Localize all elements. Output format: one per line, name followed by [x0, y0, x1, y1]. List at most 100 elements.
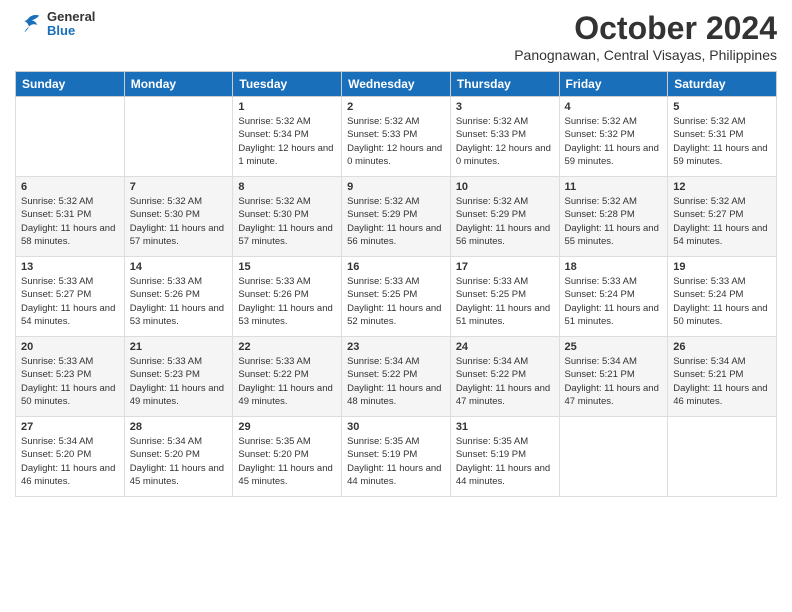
table-row: 24Sunrise: 5:34 AM Sunset: 5:22 PM Dayli… — [450, 337, 559, 417]
day-number: 28 — [130, 421, 228, 433]
day-detail: Sunrise: 5:34 AM Sunset: 5:22 PM Dayligh… — [347, 355, 445, 408]
day-detail: Sunrise: 5:32 AM Sunset: 5:30 PM Dayligh… — [130, 195, 228, 248]
table-row: 10Sunrise: 5:32 AM Sunset: 5:29 PM Dayli… — [450, 177, 559, 257]
day-detail: Sunrise: 5:35 AM Sunset: 5:20 PM Dayligh… — [238, 435, 336, 488]
day-detail: Sunrise: 5:32 AM Sunset: 5:32 PM Dayligh… — [565, 115, 663, 168]
table-row: 16Sunrise: 5:33 AM Sunset: 5:25 PM Dayli… — [342, 257, 451, 337]
day-number: 11 — [565, 181, 663, 193]
table-row: 31 Sunrise: 5:35 AM Sunset: 5:19 PM Dayli… — [450, 417, 559, 497]
day-number: 31 — [456, 421, 554, 433]
day-detail: Sunrise: 5:32 AM Sunset: 5:28 PM Dayligh… — [565, 195, 663, 248]
calendar-week-row: 6 Sunrise: 5:32 AM Sunset: 5:31 PM Daylig… — [16, 177, 777, 257]
table-row: 26Sunrise: 5:34 AM Sunset: 5:21 PM Dayli… — [668, 337, 777, 417]
day-number: 5 — [673, 101, 771, 113]
day-detail: Sunrise: 5:33 AM Sunset: 5:24 PM Dayligh… — [673, 275, 771, 328]
day-number: 23 — [347, 341, 445, 353]
day-detail: Sunrise: 5:32 AM Sunset: 5:33 PM Dayligh… — [456, 115, 554, 168]
table-row: 4 Sunrise: 5:32 AM Sunset: 5:32 PM Daylig… — [559, 97, 668, 177]
day-number: 2 — [347, 101, 445, 113]
day-detail: Sunrise: 5:33 AM Sunset: 5:23 PM Dayligh… — [130, 355, 228, 408]
table-row: 30Sunrise: 5:35 AM Sunset: 5:19 PM Dayli… — [342, 417, 451, 497]
table-row: 14Sunrise: 5:33 AM Sunset: 5:26 PM Dayli… — [124, 257, 233, 337]
table-row — [124, 97, 233, 177]
day-detail: Sunrise: 5:33 AM Sunset: 5:23 PM Dayligh… — [21, 355, 119, 408]
day-number: 8 — [238, 181, 336, 193]
day-detail: Sunrise: 5:34 AM Sunset: 5:21 PM Dayligh… — [565, 355, 663, 408]
calendar-week-row: 13 Sunrise: 5:33 AM Sunset: 5:27 PM Dayli… — [16, 257, 777, 337]
day-number: 30 — [347, 421, 445, 433]
day-detail: Sunrise: 5:32 AM Sunset: 5:31 PM Dayligh… — [673, 115, 771, 168]
day-number: 3 — [456, 101, 554, 113]
table-row — [668, 417, 777, 497]
table-row: 23 Sunrise: 5:34 AM Sunset: 5:22 PM Dayli… — [342, 337, 451, 417]
table-row: 6 Sunrise: 5:32 AM Sunset: 5:31 PM Daylig… — [16, 177, 125, 257]
day-number: 7 — [130, 181, 228, 193]
table-row — [16, 97, 125, 177]
col-saturday: Saturday — [668, 72, 777, 97]
calendar-week-row: 1Sunrise: 5:32 AM Sunset: 5:34 PM Daylig… — [16, 97, 777, 177]
day-detail: Sunrise: 5:33 AM Sunset: 5:27 PM Dayligh… — [21, 275, 119, 328]
logo-bird-icon — [15, 10, 43, 38]
day-number: 1 — [238, 101, 336, 113]
table-row: 13 Sunrise: 5:33 AM Sunset: 5:27 PM Dayli… — [16, 257, 125, 337]
day-number: 21 — [130, 341, 228, 353]
day-detail: Sunrise: 5:32 AM Sunset: 5:31 PM Dayligh… — [21, 195, 119, 248]
col-wednesday: Wednesday — [342, 72, 451, 97]
table-row: 3 Sunrise: 5:32 AM Sunset: 5:33 PM Daylig… — [450, 97, 559, 177]
day-detail: Sunrise: 5:35 AM Sunset: 5:19 PM Dayligh… — [456, 435, 554, 488]
day-number: 29 — [238, 421, 336, 433]
day-detail: Sunrise: 5:34 AM Sunset: 5:22 PM Dayligh… — [456, 355, 554, 408]
location-title: Panognawan, Central Visayas, Philippines — [514, 47, 777, 63]
day-number: 15 — [238, 261, 336, 273]
col-monday: Monday — [124, 72, 233, 97]
day-number: 17 — [456, 261, 554, 273]
day-number: 20 — [21, 341, 119, 353]
calendar-header-row: Sunday Monday Tuesday Wednesday Thursday… — [16, 72, 777, 97]
table-row: 11 Sunrise: 5:32 AM Sunset: 5:28 PM Dayli… — [559, 177, 668, 257]
table-row: 15 Sunrise: 5:33 AM Sunset: 5:26 PM Dayli… — [233, 257, 342, 337]
day-number: 26 — [673, 341, 771, 353]
table-row — [559, 417, 668, 497]
day-detail: Sunrise: 5:33 AM Sunset: 5:26 PM Dayligh… — [238, 275, 336, 328]
table-row: 17 Sunrise: 5:33 AM Sunset: 5:25 PM Dayli… — [450, 257, 559, 337]
day-number: 13 — [21, 261, 119, 273]
table-row: 27Sunrise: 5:34 AM Sunset: 5:20 PM Dayli… — [16, 417, 125, 497]
table-row: 18Sunrise: 5:33 AM Sunset: 5:24 PM Dayli… — [559, 257, 668, 337]
day-number: 14 — [130, 261, 228, 273]
title-block: October 2024 Panognawan, Central Visayas… — [514, 10, 777, 63]
day-number: 16 — [347, 261, 445, 273]
calendar-table: Sunday Monday Tuesday Wednesday Thursday… — [15, 71, 777, 497]
day-number: 25 — [565, 341, 663, 353]
day-detail: Sunrise: 5:32 AM Sunset: 5:33 PM Dayligh… — [347, 115, 445, 168]
day-detail: Sunrise: 5:32 AM Sunset: 5:30 PM Dayligh… — [238, 195, 336, 248]
table-row: 5 Sunrise: 5:32 AM Sunset: 5:31 PM Daylig… — [668, 97, 777, 177]
table-row: 1Sunrise: 5:32 AM Sunset: 5:34 PM Daylig… — [233, 97, 342, 177]
page-header: General Blue October 2024 Panognawan, Ce… — [15, 10, 777, 63]
table-row: 29 Sunrise: 5:35 AM Sunset: 5:20 PM Dayli… — [233, 417, 342, 497]
day-detail: Sunrise: 5:34 AM Sunset: 5:20 PM Dayligh… — [130, 435, 228, 488]
logo-text: General Blue — [47, 10, 95, 39]
day-number: 4 — [565, 101, 663, 113]
day-detail: Sunrise: 5:32 AM Sunset: 5:27 PM Dayligh… — [673, 195, 771, 248]
table-row: 8 Sunrise: 5:32 AM Sunset: 5:30 PM Daylig… — [233, 177, 342, 257]
day-detail: Sunrise: 5:34 AM Sunset: 5:20 PM Dayligh… — [21, 435, 119, 488]
day-number: 10 — [456, 181, 554, 193]
day-number: 6 — [21, 181, 119, 193]
day-detail: Sunrise: 5:33 AM Sunset: 5:25 PM Dayligh… — [456, 275, 554, 328]
table-row: 25 Sunrise: 5:34 AM Sunset: 5:21 PM Dayli… — [559, 337, 668, 417]
day-detail: Sunrise: 5:33 AM Sunset: 5:22 PM Dayligh… — [238, 355, 336, 408]
logo-general: General — [47, 10, 95, 24]
day-detail: Sunrise: 5:32 AM Sunset: 5:29 PM Dayligh… — [347, 195, 445, 248]
table-row: 21 Sunrise: 5:33 AM Sunset: 5:23 PM Dayli… — [124, 337, 233, 417]
day-number: 12 — [673, 181, 771, 193]
day-number: 18 — [565, 261, 663, 273]
table-row: 9 Sunrise: 5:32 AM Sunset: 5:29 PM Daylig… — [342, 177, 451, 257]
day-number: 22 — [238, 341, 336, 353]
col-sunday: Sunday — [16, 72, 125, 97]
calendar-week-row: 27Sunrise: 5:34 AM Sunset: 5:20 PM Dayli… — [16, 417, 777, 497]
col-thursday: Thursday — [450, 72, 559, 97]
calendar-week-row: 20 Sunrise: 5:33 AM Sunset: 5:23 PM Dayli… — [16, 337, 777, 417]
table-row: 28 Sunrise: 5:34 AM Sunset: 5:20 PM Dayli… — [124, 417, 233, 497]
day-number: 9 — [347, 181, 445, 193]
table-row: 22 Sunrise: 5:33 AM Sunset: 5:22 PM Dayli… — [233, 337, 342, 417]
